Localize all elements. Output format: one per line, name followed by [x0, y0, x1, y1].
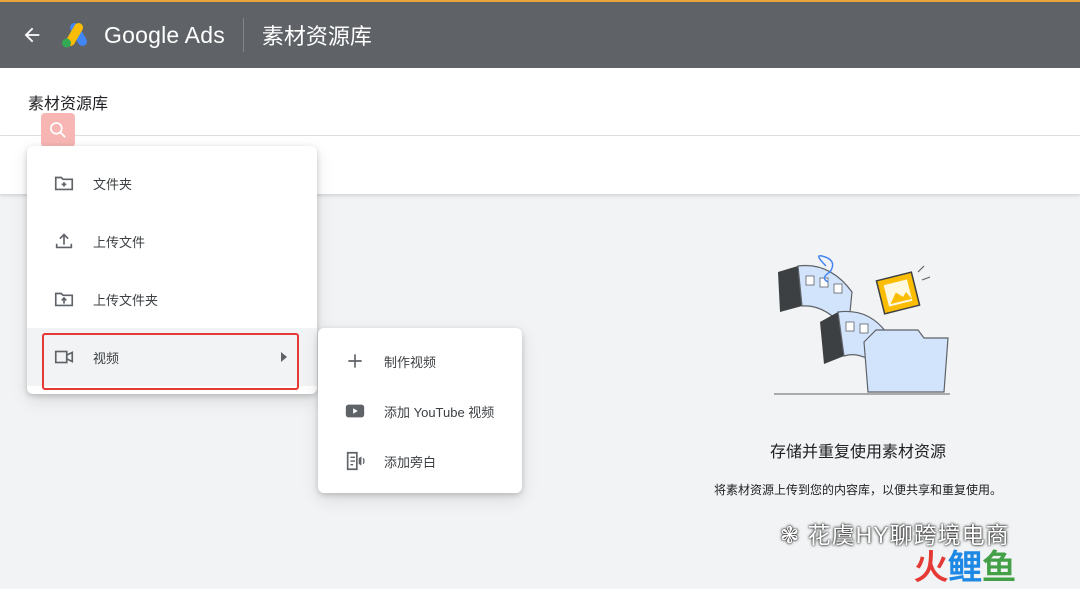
- video-camera-icon: [51, 344, 77, 370]
- submenu-item-create-video[interactable]: 制作视频: [318, 336, 522, 386]
- submenu-item-label: 添加 YouTube 视频: [384, 404, 495, 420]
- upload-folder-icon: [51, 286, 77, 312]
- back-button[interactable]: [16, 19, 48, 51]
- submenu-item-add-youtube[interactable]: 添加 YouTube 视频: [318, 386, 522, 436]
- watermark-logo: 火鲤鱼: [914, 540, 1016, 589]
- top-app-bar: Google Ads 素材资源库: [0, 0, 1080, 68]
- watermark-logo-part: 鲤: [948, 549, 982, 587]
- voiceover-icon: [342, 448, 368, 474]
- empty-state-illustration: [774, 254, 950, 395]
- google-ads-logo[interactable]: [60, 21, 94, 49]
- search-button[interactable]: [41, 113, 75, 147]
- watermark-logo-part: 火: [914, 549, 948, 587]
- empty-state-title: 存储并重复使用素材资源: [769, 444, 946, 461]
- menu-item-folder[interactable]: 文件夹: [27, 154, 317, 212]
- new-folder-icon: [51, 170, 77, 196]
- section-header: 素材资源库: [0, 68, 1080, 136]
- empty-state-description: 将素材资源上传到您的内容库，以便共享和重复使用。: [713, 483, 1002, 497]
- brand-name: Google Ads: [104, 21, 225, 48]
- submenu-item-label: 制作视频: [384, 354, 437, 370]
- section-title: 素材资源库: [28, 96, 109, 113]
- menu-item-label: 文件夹: [93, 176, 133, 192]
- youtube-icon: [342, 398, 368, 424]
- plus-icon: [342, 348, 368, 374]
- page-title: 素材资源库: [261, 24, 372, 49]
- submenu-item-label: 添加旁白: [384, 454, 437, 470]
- chevron-right-icon: [281, 352, 287, 362]
- watermark-logo-part: 鱼: [982, 549, 1016, 587]
- menu-item-upload-file[interactable]: 上传文件: [27, 212, 317, 270]
- submenu-item-add-voiceover[interactable]: 添加旁白: [318, 436, 522, 486]
- menu-item-label: 视频: [93, 350, 120, 366]
- video-submenu: 制作视频 添加 YouTube 视频 添加旁白: [318, 328, 522, 493]
- wechat-icon: ❃: [780, 522, 801, 548]
- header-divider: [242, 18, 244, 52]
- arrow-back-icon: [24, 27, 40, 43]
- upload-icon: [51, 228, 77, 254]
- menu-item-video[interactable]: 视频: [27, 328, 317, 386]
- new-asset-menu: 文件夹 上传文件 上传文件夹 视频: [27, 146, 317, 394]
- menu-item-label: 上传文件: [93, 234, 146, 250]
- menu-item-label: 上传文件夹: [93, 292, 159, 308]
- menu-item-upload-folder[interactable]: 上传文件夹: [27, 270, 317, 328]
- search-icon: [50, 122, 66, 138]
